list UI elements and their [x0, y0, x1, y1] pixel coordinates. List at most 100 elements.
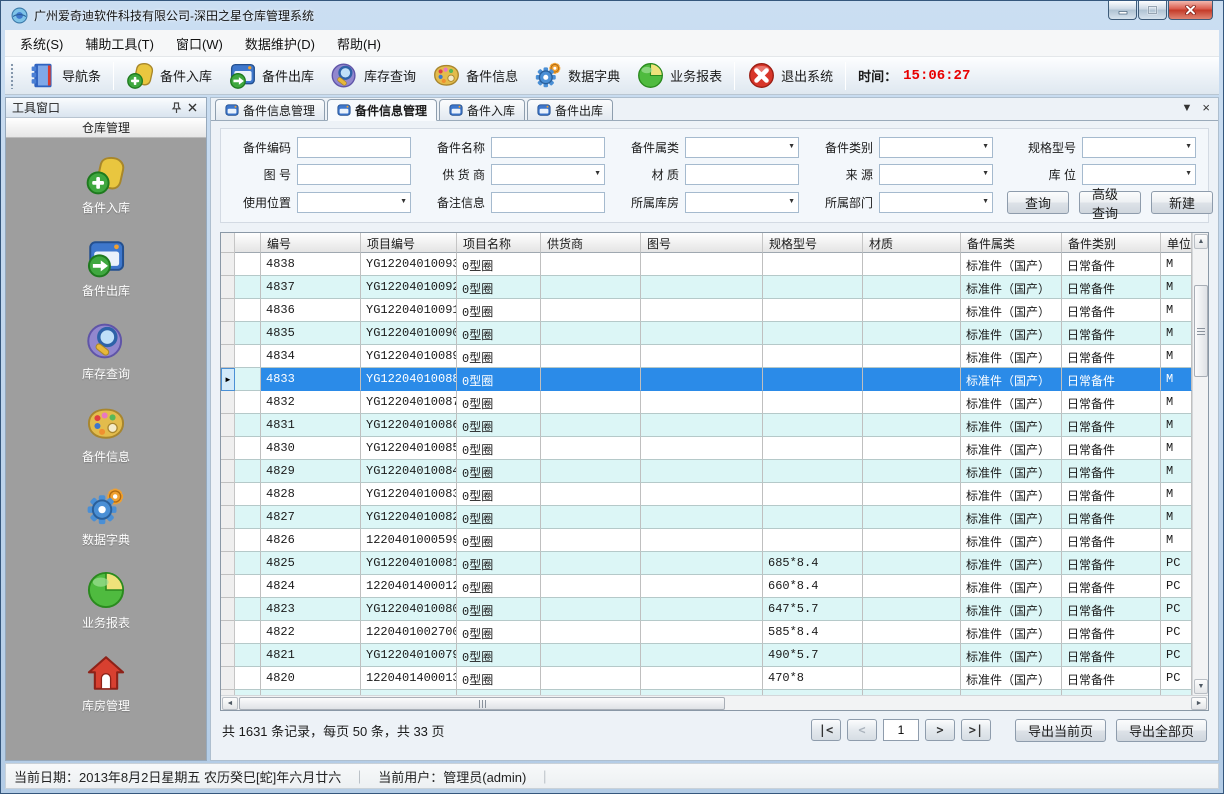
- menu-item-3[interactable]: 窗口(W): [165, 30, 234, 57]
- combo-field[interactable]: [879, 164, 993, 185]
- column-header-category[interactable]: 备件属类: [961, 233, 1062, 253]
- parts-outbound-toolbar-button[interactable]: 备件出库: [220, 59, 322, 92]
- inventory-query-toolbar-button[interactable]: 库存查询: [322, 59, 424, 92]
- parts-inbound-toolbar-button[interactable]: 备件入库: [118, 59, 220, 92]
- title-bar[interactable]: 广州爱奇迪软件科技有限公司-深田之星仓库管理系统: [5, 1, 1219, 30]
- column-header-supplier[interactable]: 供货商: [541, 233, 641, 253]
- minimize-button[interactable]: [1108, 1, 1137, 20]
- column-header-unit[interactable]: 单位: [1161, 233, 1192, 253]
- sidebar-item-business-report[interactable]: 业务报表: [6, 569, 206, 631]
- menu-item-5[interactable]: 帮助(H): [326, 30, 392, 57]
- vertical-scroll-thumb[interactable]: [1194, 285, 1208, 377]
- table-row[interactable]: 482612204010005990型圈标准件（国产）日常备件M: [221, 529, 1192, 552]
- close-button[interactable]: [1168, 1, 1213, 20]
- sidebar-item-inventory-query[interactable]: 库存查询: [6, 320, 206, 382]
- column-header-spec[interactable]: 规格型号: [763, 233, 863, 253]
- combo-field[interactable]: [685, 192, 799, 213]
- page-number-input[interactable]: [883, 719, 919, 741]
- column-header-code[interactable]: 编号: [261, 233, 361, 253]
- prev-page-button[interactable]: <: [847, 719, 877, 741]
- column-header-project-name[interactable]: 项目名称: [457, 233, 541, 253]
- combo-field[interactable]: [491, 164, 605, 185]
- close-icon[interactable]: ×: [1202, 101, 1210, 115]
- sidebar-item-parts-inbound[interactable]: 备件入库: [6, 154, 206, 216]
- table-row[interactable]: 4831YG122040100860型圈标准件（国产）日常备件M: [221, 414, 1192, 437]
- combo-field[interactable]: [297, 192, 411, 213]
- combo-field[interactable]: [879, 192, 993, 213]
- table-row[interactable]: 4830YG122040100850型圈标准件（国产）日常备件M: [221, 437, 1192, 460]
- horizontal-scrollbar[interactable]: ◄ ►: [221, 695, 1208, 710]
- cell-category: 标准件（国产）: [961, 253, 1062, 276]
- parts-info-toolbar-button[interactable]: 备件信息: [424, 59, 526, 92]
- menu-item-2[interactable]: 辅助工具(T): [74, 30, 165, 57]
- new-button[interactable]: 新建: [1151, 191, 1213, 214]
- close-icon[interactable]: [184, 101, 200, 115]
- cell-unit: PC: [1161, 575, 1192, 598]
- cell-code: 4826: [261, 529, 361, 552]
- table-row[interactable]: 4835YG122040100900型圈标准件（国产）日常备件M: [221, 322, 1192, 345]
- table-row[interactable]: 4834YG122040100890型圈标准件（国产）日常备件M: [221, 345, 1192, 368]
- data-dictionary-toolbar-button[interactable]: 数据字典: [526, 59, 628, 92]
- input-field[interactable]: [685, 164, 799, 185]
- table-row[interactable]: 4823YG122040100800型圈647*5.7标准件（国产）日常备件PC: [221, 598, 1192, 621]
- input-field[interactable]: [297, 137, 411, 158]
- first-page-button[interactable]: |<: [811, 719, 841, 741]
- maximize-button[interactable]: [1138, 1, 1167, 20]
- table-row[interactable]: 4821YG122040100790型圈490*5.7标准件（国产）日常备件PC: [221, 644, 1192, 667]
- table-row[interactable]: 4832YG122040100870型圈标准件（国产）日常备件M: [221, 391, 1192, 414]
- table-row[interactable]: 482212204010027000型圈585*8.4标准件（国产）日常备件PC: [221, 621, 1192, 644]
- combo-field[interactable]: [879, 137, 993, 158]
- combo-field[interactable]: [685, 137, 799, 158]
- last-page-button[interactable]: >|: [961, 719, 991, 741]
- export-current-page-button[interactable]: 导出当前页: [1015, 719, 1106, 742]
- navigator-toolbar-button[interactable]: 导航条: [20, 59, 109, 92]
- table-row[interactable]: 4829YG122040100840型圈标准件（国产）日常备件M: [221, 460, 1192, 483]
- advanced-query-button[interactable]: 高级查询: [1079, 191, 1141, 214]
- chevron-down-icon[interactable]: ▼: [1182, 101, 1193, 115]
- tab-3[interactable]: 备件入库: [439, 99, 525, 120]
- horizontal-scroll-thumb[interactable]: [239, 697, 725, 710]
- tab-2[interactable]: 备件信息管理: [327, 99, 437, 121]
- input-field[interactable]: [297, 164, 411, 185]
- table-row[interactable]: 482412204014000120型圈660*8.4标准件（国产）日常备件PC: [221, 575, 1192, 598]
- input-field[interactable]: [491, 137, 605, 158]
- combo-field[interactable]: [1082, 164, 1196, 185]
- next-page-button[interactable]: >: [925, 719, 955, 741]
- tab-1[interactable]: 备件信息管理: [215, 99, 325, 120]
- column-header-drawing-no[interactable]: 图号: [641, 233, 763, 253]
- table-row[interactable]: ►4833YG122040100880型圈标准件（国产）日常备件M: [221, 368, 1192, 391]
- query-button[interactable]: 查询: [1007, 191, 1069, 214]
- vertical-scrollbar[interactable]: ▲ ▼: [1192, 233, 1208, 695]
- table-row[interactable]: 4825YG122040100810型圈685*8.4标准件（国产）日常备件PC: [221, 552, 1192, 575]
- table-row[interactable]: 4828YG122040100830型圈标准件（国产）日常备件M: [221, 483, 1192, 506]
- sidebar-item-parts-info[interactable]: 备件信息: [6, 403, 206, 465]
- toolbar-grip[interactable]: [10, 63, 15, 89]
- column-header-type[interactable]: 备件类别: [1062, 233, 1161, 253]
- sidebar-item-warehouse-management[interactable]: 库房管理: [6, 652, 206, 714]
- scroll-left-icon[interactable]: ◄: [222, 697, 238, 710]
- combo-field[interactable]: [1082, 137, 1196, 158]
- pin-icon[interactable]: [168, 101, 184, 115]
- grid-body: 编号项目编号项目名称供货商图号规格型号材质备件属类备件类别单位4838YG122…: [221, 233, 1192, 695]
- exit-system-toolbar-button[interactable]: 退出系统: [739, 59, 841, 92]
- menu-item-4[interactable]: 数据维护(D): [234, 30, 326, 57]
- table-row[interactable]: 4827YG122040100820型圈标准件（国产）日常备件M: [221, 506, 1192, 529]
- column-header-material[interactable]: 材质: [863, 233, 961, 253]
- export-all-pages-button[interactable]: 导出全部页: [1116, 719, 1207, 742]
- table-row[interactable]: 482012204014000130型圈470*8标准件（国产）日常备件PC: [221, 667, 1192, 690]
- table-row[interactable]: 4838YG122040100930型圈标准件（国产）日常备件M: [221, 253, 1192, 276]
- input-field[interactable]: [491, 192, 605, 213]
- column-header-project-code[interactable]: 项目编号: [361, 233, 457, 253]
- business-report-toolbar-button[interactable]: 业务报表: [628, 59, 730, 92]
- scroll-down-icon[interactable]: ▼: [1194, 679, 1208, 694]
- sidebar-item-parts-outbound[interactable]: 备件出库: [6, 237, 206, 299]
- scroll-right-icon[interactable]: ►: [1191, 697, 1207, 710]
- table-row[interactable]: 4837YG122040100920型圈标准件（国产）日常备件M: [221, 276, 1192, 299]
- tab-4[interactable]: 备件出库: [527, 99, 613, 120]
- menu-item-1[interactable]: 系统(S): [9, 30, 74, 57]
- cell-supplier: [541, 276, 641, 299]
- cell-material: [863, 414, 961, 437]
- sidebar-item-data-dictionary[interactable]: 数据字典: [6, 486, 206, 548]
- scroll-up-icon[interactable]: ▲: [1194, 234, 1208, 249]
- table-row[interactable]: 4836YG122040100910型圈标准件（国产）日常备件M: [221, 299, 1192, 322]
